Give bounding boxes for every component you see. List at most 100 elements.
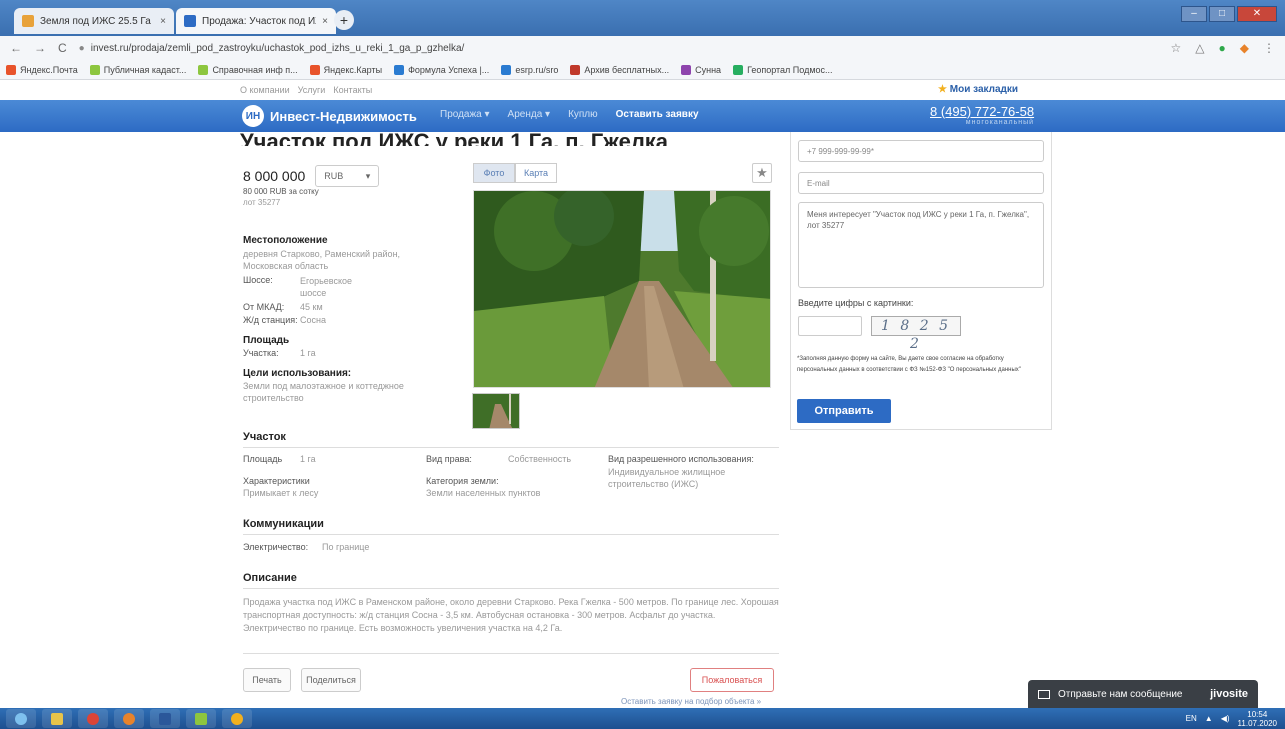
highway-value: Егорьевское шоссе (300, 276, 353, 298)
add-favorite-star-icon[interactable]: ★ (752, 163, 772, 183)
nav-buy[interactable]: Куплю (568, 109, 598, 120)
message-icon (1038, 689, 1050, 699)
communications-title: Коммуникации (243, 518, 324, 530)
purpose-text: Земли под малоэтажное и коттеджное строи… (243, 381, 404, 403)
tab-close-icon[interactable]: × (322, 16, 328, 27)
taskbar-chrome[interactable] (78, 709, 108, 728)
permitted-use-label: Вид разрешенного использования: (608, 454, 754, 464)
tab-map[interactable]: Карта (515, 163, 557, 183)
divider (243, 534, 779, 535)
thumbnail-image (473, 394, 519, 428)
network-icon[interactable]: ▲ (1205, 714, 1213, 723)
favorites-link[interactable]: ★ Мои закладки (938, 84, 1018, 95)
message-textarea[interactable]: Меня интересует "Участок под ИЖС у реки … (798, 202, 1044, 288)
lot-number: лот 35277 (243, 198, 281, 207)
tab-photo[interactable]: Фото (473, 163, 515, 183)
bookmark-icon (394, 64, 405, 75)
top-link-services[interactable]: Услуги (298, 85, 326, 95)
bookmark-icon (570, 64, 581, 75)
mkad-label: От МКАД: (243, 302, 285, 312)
divider (243, 588, 779, 589)
site-favicon-icon (22, 15, 34, 27)
close-window-button[interactable]: ✕ (1237, 6, 1277, 22)
chat-widget[interactable]: Отправьте нам сообщение jivosite (1028, 680, 1258, 708)
site-top-strip: О компании Услуги Контакты ★ Мои закладк… (0, 80, 1285, 100)
bookmark-item[interactable]: Сунна (681, 64, 721, 75)
top-link-about[interactable]: О компании (240, 85, 290, 95)
tab-zemlya[interactable]: Земля под ИЖС 25.5 Га | Прода × (14, 8, 174, 34)
url-text: invest.ru/prodaja/zemli_pod_zastroyku/uc… (90, 42, 465, 54)
word-icon (159, 712, 171, 725)
bookmark-star-icon[interactable]: ☆ (1171, 41, 1182, 55)
minimize-button[interactable]: – (1181, 6, 1207, 22)
bookmark-item[interactable]: Справочная инф п... (198, 64, 298, 75)
bookmarks-bar: Яндекс.Почта Публичная кадаст... Справоч… (0, 60, 1285, 80)
url-field[interactable]: ● invest.ru/prodaja/zemli_pod_zastroyku/… (79, 38, 1159, 58)
bookmark-item[interactable]: Яндекс.Карты (309, 64, 382, 75)
purpose-title: Цели использования: (243, 368, 352, 379)
phone-number[interactable]: 8 (495) 772-76-58 (930, 104, 1034, 119)
complain-button[interactable]: Пожаловаться (690, 668, 774, 692)
share-button[interactable]: Поделиться (301, 668, 361, 692)
phone-block: 8 (495) 772-76-58 многоканальный (930, 104, 1034, 126)
land-category-label: Категория земли: (426, 476, 499, 486)
contact-form: +7 999-999-99-99* E-mail Меня интересует… (790, 132, 1052, 430)
bookmark-item[interactable]: Архив бесплатных... (570, 64, 669, 75)
volume-icon[interactable]: ◀) (1221, 714, 1230, 723)
start-button[interactable] (6, 709, 36, 728)
bookmark-icon (501, 64, 512, 75)
bookmark-item[interactable]: Геопортал Подмос... (733, 64, 833, 75)
submit-button[interactable]: Отправить (797, 399, 891, 423)
window-controls: – □ ✕ (1181, 6, 1277, 22)
area-title: Площадь (243, 335, 290, 346)
bookmark-item[interactable]: Формула Успеха |... (394, 64, 489, 75)
app-icon (231, 712, 243, 725)
nav-sale[interactable]: Продажа ▾ (440, 109, 490, 120)
logo-mark: ИН (242, 105, 264, 127)
menu-icon[interactable]: ⋮ (1263, 41, 1275, 55)
bookmark-item[interactable]: esrp.ru/sro (501, 64, 558, 75)
top-link-contacts[interactable]: Контакты (333, 85, 372, 95)
back-icon[interactable]: ← (10, 41, 22, 55)
clock[interactable]: 10:54 11.07.2020 (1238, 710, 1277, 728)
extension-icon[interactable]: ◆ (1240, 41, 1249, 55)
taskbar-app[interactable] (222, 709, 252, 728)
listing-photo[interactable] (473, 190, 771, 388)
tab-label: Земля под ИЖС 25.5 Га | Прода (40, 15, 154, 27)
taskbar-word[interactable] (150, 709, 180, 728)
site-favicon-icon (184, 15, 196, 27)
bookmark-item[interactable]: Яндекс.Почта (6, 64, 78, 75)
tab-close-icon[interactable]: × (160, 16, 166, 27)
bookmark-item[interactable]: Публичная кадаст... (89, 64, 186, 75)
maximize-button[interactable]: □ (1209, 6, 1235, 22)
taskbar-paint[interactable] (186, 709, 216, 728)
tab-prodazha[interactable]: Продажа: Участок под ИЖС у р × (176, 8, 336, 34)
taskbar-firefox[interactable] (114, 709, 144, 728)
print-button[interactable]: Печать (243, 668, 291, 692)
phone-field[interactable]: +7 999-999-99-99* (798, 140, 1044, 162)
price-value: 8 000 000 (243, 168, 306, 184)
location-title: Местоположение (243, 235, 328, 246)
electricity-label: Электричество: (243, 542, 309, 552)
divider (243, 653, 779, 654)
extension-icon[interactable]: ● (1219, 41, 1226, 55)
new-tab-button[interactable]: + (334, 10, 354, 30)
forward-icon[interactable]: → (34, 41, 46, 55)
nav-rent[interactable]: Аренда ▾ (508, 109, 551, 120)
bookmark-icon (733, 64, 744, 75)
reload-icon[interactable]: C (58, 41, 67, 55)
right-type-value: Собственность (508, 454, 572, 464)
captcha-input[interactable] (798, 316, 862, 336)
language-indicator[interactable]: EN (1186, 714, 1197, 723)
site-logo[interactable]: ИН Инвест-Недвижимость (242, 105, 417, 127)
extension-icon[interactable]: △ (1195, 41, 1204, 55)
nav-leave-request[interactable]: Оставить заявку (616, 109, 699, 120)
order-selection-link[interactable]: Оставить заявку на подбор объекта » (621, 697, 761, 706)
taskbar-explorer[interactable] (42, 709, 72, 728)
email-field[interactable]: E-mail (798, 172, 1044, 194)
currency-select[interactable]: RUB ▾ (315, 165, 380, 187)
phone-subtitle: многоканальный (965, 119, 1035, 126)
browser-tab-bar: Земля под ИЖС 25.5 Га | Прода × Продажа:… (0, 0, 1285, 36)
os-taskbar: EN ▲ ◀) 10:54 11.07.2020 (0, 708, 1285, 729)
photo-thumbnail[interactable] (472, 393, 520, 429)
